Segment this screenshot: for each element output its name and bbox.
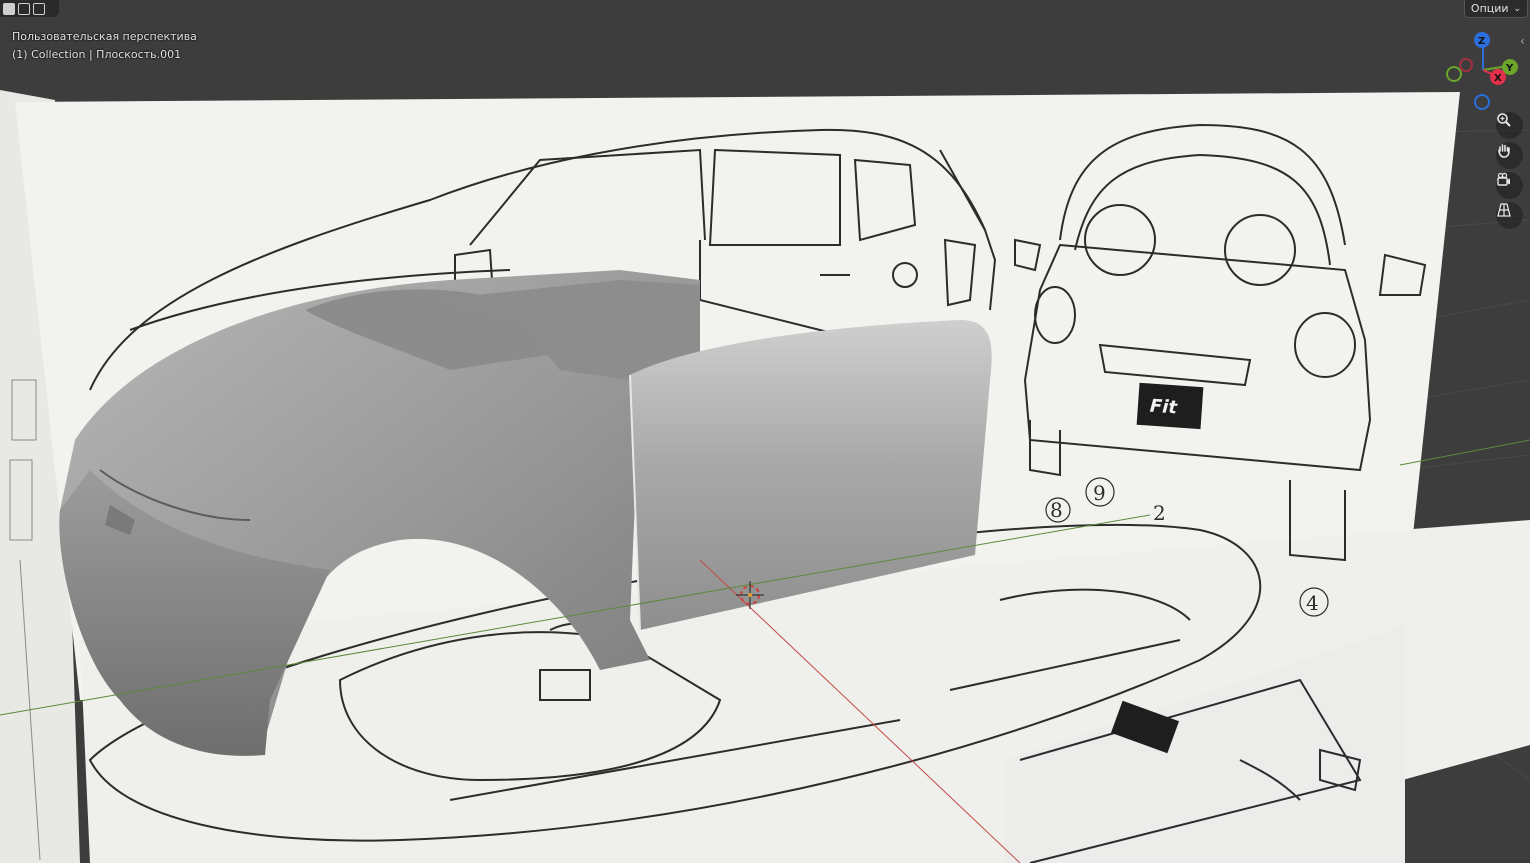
- license-plate-badge: Fit: [1149, 396, 1179, 419]
- zoom-icon: [1497, 113, 1511, 127]
- callout-9: 9: [1093, 481, 1106, 505]
- 3d-viewport[interactable]: Fit 9 2 8 4 Пользовательская перспектива…: [0, 0, 1530, 863]
- chevron-down-icon: ⌄: [1513, 3, 1522, 14]
- zoom-button[interactable]: [1496, 112, 1523, 139]
- camera-icon: [1497, 172, 1510, 186]
- options-dropdown[interactable]: Опции ⌄: [1464, 0, 1528, 18]
- camera-view-button[interactable]: [1496, 172, 1523, 199]
- viewport-collection-info: (1) Collection | Плоскость.001: [12, 48, 182, 61]
- viewport-view-name: Пользовательская перспектива: [12, 30, 197, 43]
- hand-pan-icon: [1498, 144, 1510, 158]
- select-mode-toolbar[interactable]: [0, 0, 59, 17]
- select-mode-new-icon[interactable]: [3, 2, 15, 15]
- select-mode-extend-icon[interactable]: [18, 2, 30, 15]
- viewport-scene: Fit 9 2 8 4: [0, 90, 1530, 863]
- callout-8: 8: [1050, 498, 1063, 522]
- perspective-toggle-button[interactable]: [1496, 202, 1523, 229]
- select-mode-subtract-icon[interactable]: [33, 2, 45, 15]
- options-label: Опции: [1470, 2, 1509, 15]
- perspective-grid-icon: [1497, 203, 1511, 217]
- callout-4: 4: [1306, 591, 1319, 615]
- pan-button[interactable]: [1496, 142, 1523, 169]
- chevron-left-icon[interactable]: ‹: [1520, 34, 1525, 48]
- callout-2: 2: [1153, 501, 1166, 525]
